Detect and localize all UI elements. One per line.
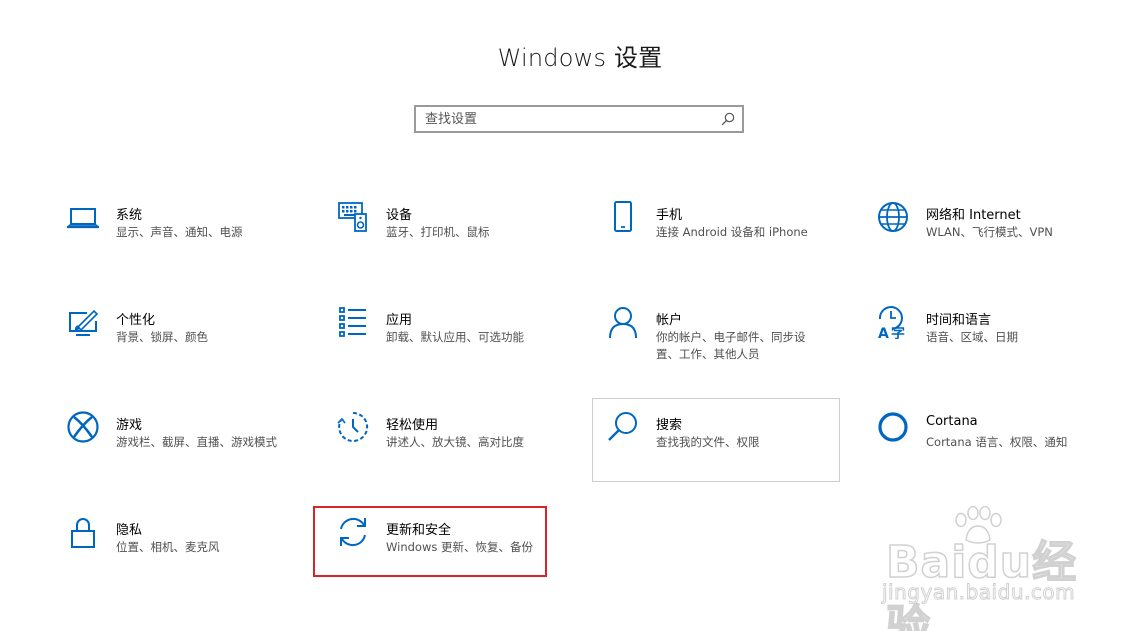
person-icon xyxy=(606,305,640,339)
tile-name: 个性化 xyxy=(116,313,156,328)
keyboard-speaker-icon xyxy=(336,200,370,234)
tile-desc: 卸载、默认应用、可选功能 xyxy=(386,330,524,344)
tile-desc: 连接 Android 设备和 iPhone xyxy=(656,225,808,239)
tile-desc: 背景、锁屏、颜色 xyxy=(116,330,208,344)
watermark: Baidu经验 jingyan.baidu.com xyxy=(876,506,1116,631)
tile-name: 应用 xyxy=(386,313,413,328)
cortana-icon xyxy=(876,410,910,444)
tile-system[interactable]: 系统 显示、声音、通知、电源 xyxy=(62,200,310,284)
settings-window: Windows 设置 系统 显示、声音、通知、电源 xyxy=(0,0,1148,631)
tile-name: 时间和语言 xyxy=(926,313,992,328)
tile-desc: 游戏栏、截屏、直播、游戏模式 xyxy=(116,435,277,449)
tile-desc: 你的帐户、电子邮件、同步设置、工作、其他人员 xyxy=(656,330,806,361)
watermark-site: jingyan.baidu.com xyxy=(881,580,1076,605)
tile-search[interactable]: 搜索 查找我的文件、权限 xyxy=(592,398,840,482)
highlight-box xyxy=(313,506,547,577)
ease-of-access-icon xyxy=(336,410,370,444)
app-list-icon xyxy=(336,305,370,339)
tile-name: 系统 xyxy=(116,208,143,223)
tile-desc: 讲述人、放大镜、高对比度 xyxy=(386,435,524,449)
tile-name: Cortana xyxy=(926,414,978,429)
tile-desc: 显示、声音、通知、电源 xyxy=(116,225,243,239)
tile-privacy[interactable]: 隐私 位置、相机、麦克风 xyxy=(62,515,310,599)
tile-gaming[interactable]: 游戏 游戏栏、截屏、直播、游戏模式 xyxy=(62,410,310,494)
tile-name: 帐户 xyxy=(656,313,683,328)
tile-desc: 蓝牙、打印机、鼠标 xyxy=(386,225,490,239)
tile-name: 网络和 Internet xyxy=(926,208,1021,223)
time-language-icon: A 字 xyxy=(876,305,910,339)
tile-desc: Cortana 语言、权限、通知 xyxy=(926,435,1068,449)
search-input[interactable] xyxy=(425,110,715,128)
laptop-icon xyxy=(66,200,100,234)
tile-phone[interactable]: 手机 连接 Android 设备和 iPhone xyxy=(602,200,850,284)
tile-desc: 查找我的文件、权限 xyxy=(656,435,760,449)
tile-network[interactable]: 网络和 Internet WLAN、飞行模式、VPN xyxy=(872,200,1120,284)
tile-desc: 位置、相机、麦克风 xyxy=(116,540,220,554)
tile-name: 游戏 xyxy=(116,418,143,433)
tile-name: 搜索 xyxy=(656,418,683,433)
page-title: Windows 设置 xyxy=(497,44,663,72)
phone-icon xyxy=(606,200,640,234)
tile-desc: 语音、区域、日期 xyxy=(926,330,1018,344)
search-icon[interactable] xyxy=(721,112,735,126)
tile-name: 隐私 xyxy=(116,523,143,538)
tile-desc: WLAN、飞行模式、VPN xyxy=(926,225,1053,239)
paint-monitor-icon xyxy=(66,305,100,339)
tile-name: 轻松使用 xyxy=(386,418,439,433)
tile-time-language[interactable]: A 字 时间和语言 语音、区域、日期 xyxy=(872,305,1120,389)
svg-text:A: A xyxy=(878,326,889,339)
tile-accounts[interactable]: 帐户 你的帐户、电子邮件、同步设置、工作、其他人员 xyxy=(602,305,850,389)
tile-devices[interactable]: 设备 蓝牙、打印机、鼠标 xyxy=(332,200,580,284)
tile-name: 手机 xyxy=(656,208,683,223)
tile-personalization[interactable]: 个性化 背景、锁屏、颜色 xyxy=(62,305,310,389)
search-box[interactable] xyxy=(414,105,744,133)
lock-icon xyxy=(66,515,100,549)
svg-text:字: 字 xyxy=(891,325,905,339)
globe-icon xyxy=(876,200,910,234)
xbox-icon xyxy=(66,410,100,444)
tile-apps[interactable]: 应用 卸载、默认应用、可选功能 xyxy=(332,305,580,389)
tile-cortana[interactable]: Cortana Cortana 语言、权限、通知 xyxy=(872,410,1120,494)
tile-name: 设备 xyxy=(386,208,413,223)
tile-ease-of-access[interactable]: 轻松使用 讲述人、放大镜、高对比度 xyxy=(332,410,580,494)
watermark-brand: Baidu经验 xyxy=(885,536,1078,631)
search-icon xyxy=(606,410,640,444)
